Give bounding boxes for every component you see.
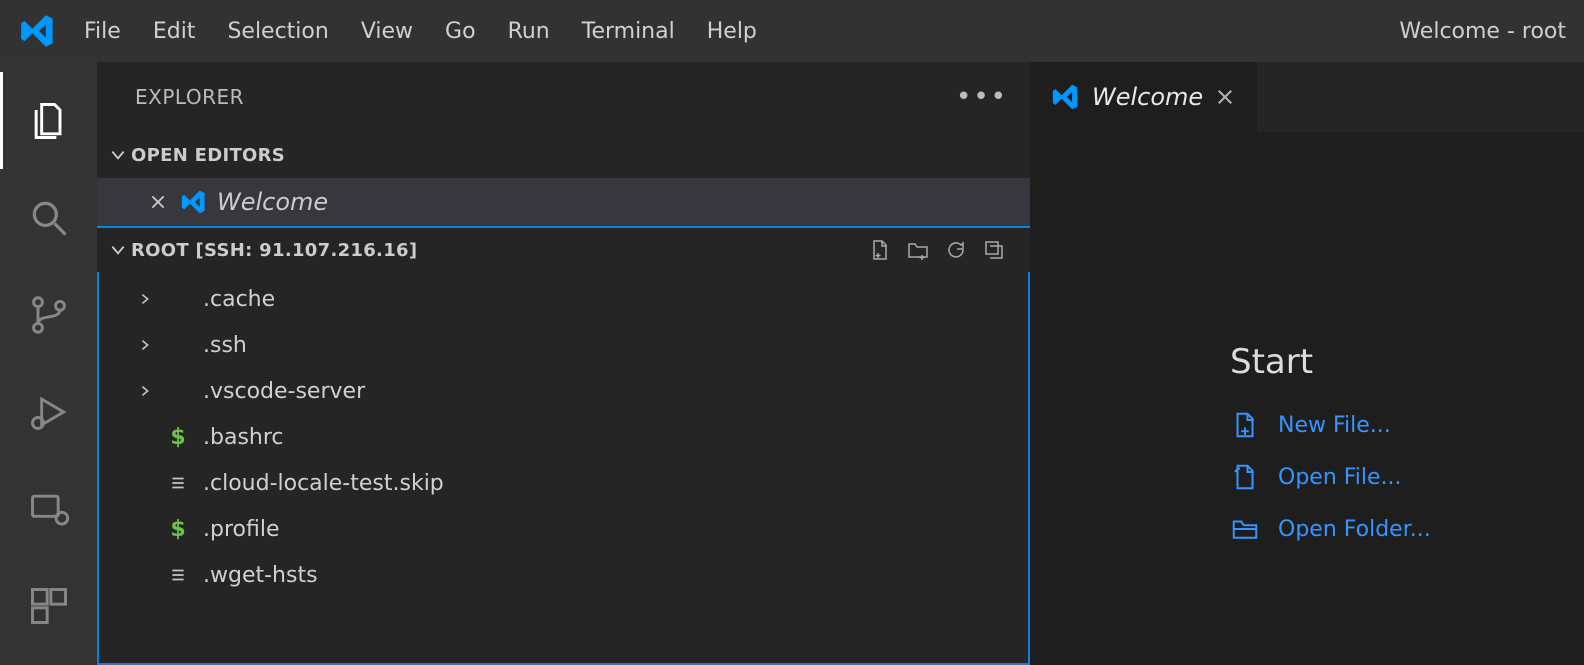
tree-file[interactable]: $ .bashrc bbox=[99, 414, 1028, 460]
window-title: Welcome - root bbox=[1399, 19, 1570, 44]
menu-selection[interactable]: Selection bbox=[211, 13, 344, 50]
activity-run-debug[interactable] bbox=[0, 363, 97, 460]
menu-view[interactable]: View bbox=[345, 13, 429, 50]
new-file-icon[interactable] bbox=[868, 238, 892, 262]
tree-folder[interactable]: .ssh bbox=[99, 322, 1028, 368]
vscode-file-icon bbox=[181, 189, 207, 215]
file-icon bbox=[167, 474, 189, 492]
workspace-section[interactable]: ROOT [SSH: 91.107.216.16] bbox=[97, 226, 1030, 272]
activity-extensions[interactable] bbox=[0, 557, 97, 654]
tree-file[interactable]: .wget-hsts bbox=[99, 552, 1028, 598]
welcome-page: Start New File... Open File... Open Folder… bbox=[1030, 132, 1584, 544]
open-file-icon bbox=[1230, 462, 1260, 492]
activity-bar bbox=[0, 62, 97, 665]
tree-item-label: .cache bbox=[203, 287, 275, 312]
open-editors-label: OPEN EDITORS bbox=[131, 145, 285, 166]
start-link-open-folder[interactable]: Open Folder... bbox=[1230, 514, 1584, 544]
menu-file[interactable]: File bbox=[68, 13, 137, 50]
open-editor-item[interactable]: Welcome bbox=[97, 178, 1030, 226]
menu-terminal[interactable]: Terminal bbox=[566, 13, 691, 50]
tree-file[interactable]: $ .profile bbox=[99, 506, 1028, 552]
shell-file-icon: $ bbox=[167, 517, 189, 542]
menu-run[interactable]: Run bbox=[492, 13, 566, 50]
menubar: File Edit Selection View Go Run Terminal… bbox=[68, 13, 773, 50]
remote-icon bbox=[27, 487, 71, 531]
tree-folder[interactable]: .vscode-server bbox=[99, 368, 1028, 414]
refresh-icon[interactable] bbox=[944, 238, 968, 262]
chevron-down-icon bbox=[105, 146, 131, 164]
menu-help[interactable]: Help bbox=[691, 13, 773, 50]
tree-item-label: .ssh bbox=[203, 333, 247, 358]
tree-item-label: .wget-hsts bbox=[203, 563, 318, 588]
welcome-start-heading: Start bbox=[1230, 342, 1584, 382]
chevron-right-icon bbox=[137, 338, 153, 352]
chevron-down-icon bbox=[105, 241, 131, 259]
tree-item-label: .vscode-server bbox=[203, 379, 365, 404]
explorer-sidebar: EXPLORER ••• OPEN EDITORS Welcome ROOT [… bbox=[97, 62, 1030, 665]
tree-item-label: .bashrc bbox=[203, 425, 284, 450]
new-file-icon bbox=[1230, 410, 1260, 440]
vscode-logo-icon bbox=[8, 13, 68, 49]
start-link-label: Open File... bbox=[1278, 465, 1402, 490]
branch-icon bbox=[27, 293, 71, 337]
start-link-label: Open Folder... bbox=[1278, 517, 1431, 542]
start-link-label: New File... bbox=[1278, 413, 1391, 438]
activity-remote[interactable] bbox=[0, 460, 97, 557]
titlebar: File Edit Selection View Go Run Terminal… bbox=[0, 0, 1584, 62]
shell-file-icon: $ bbox=[167, 425, 189, 450]
tree-item-label: .profile bbox=[203, 517, 279, 542]
new-folder-icon[interactable] bbox=[906, 238, 930, 262]
close-icon[interactable] bbox=[1215, 87, 1235, 107]
editor-tab-bar: Welcome bbox=[1030, 62, 1584, 132]
menu-go[interactable]: Go bbox=[429, 13, 492, 50]
start-link-new-file[interactable]: New File... bbox=[1230, 410, 1584, 440]
sidebar-title: EXPLORER bbox=[135, 85, 244, 109]
activity-search[interactable] bbox=[0, 169, 97, 266]
editor-area: Welcome Start New File... Open File... Ope… bbox=[1030, 62, 1584, 665]
open-folder-icon bbox=[1230, 514, 1260, 544]
file-icon bbox=[167, 566, 189, 584]
extensions-icon bbox=[27, 584, 71, 628]
workspace-label: ROOT [SSH: 91.107.216.16] bbox=[131, 240, 417, 261]
tree-item-label: .cloud-locale-test.skip bbox=[203, 471, 444, 496]
files-icon bbox=[27, 99, 71, 143]
sidebar-more-icon[interactable]: ••• bbox=[956, 82, 1008, 112]
activity-explorer[interactable] bbox=[0, 72, 97, 169]
collapse-all-icon[interactable] bbox=[982, 238, 1006, 262]
menu-edit[interactable]: Edit bbox=[137, 13, 212, 50]
tree-folder[interactable]: .cache bbox=[99, 276, 1028, 322]
vscode-file-icon bbox=[1052, 83, 1080, 111]
open-editor-label: Welcome bbox=[217, 188, 328, 216]
start-link-open-file[interactable]: Open File... bbox=[1230, 462, 1584, 492]
chevron-right-icon bbox=[137, 292, 153, 306]
close-icon[interactable] bbox=[149, 193, 171, 211]
tab-label: Welcome bbox=[1092, 83, 1203, 111]
sidebar-header: EXPLORER ••• bbox=[97, 62, 1030, 132]
chevron-right-icon bbox=[137, 384, 153, 398]
tab-welcome[interactable]: Welcome bbox=[1030, 62, 1257, 132]
activity-source-control[interactable] bbox=[0, 266, 97, 363]
search-icon bbox=[27, 196, 71, 240]
debug-icon bbox=[27, 390, 71, 434]
file-tree: .cache .ssh .vscode-server $ .bashrc .cloud-l… bbox=[97, 272, 1030, 665]
tree-file[interactable]: .cloud-locale-test.skip bbox=[99, 460, 1028, 506]
open-editors-section[interactable]: OPEN EDITORS bbox=[97, 132, 1030, 178]
